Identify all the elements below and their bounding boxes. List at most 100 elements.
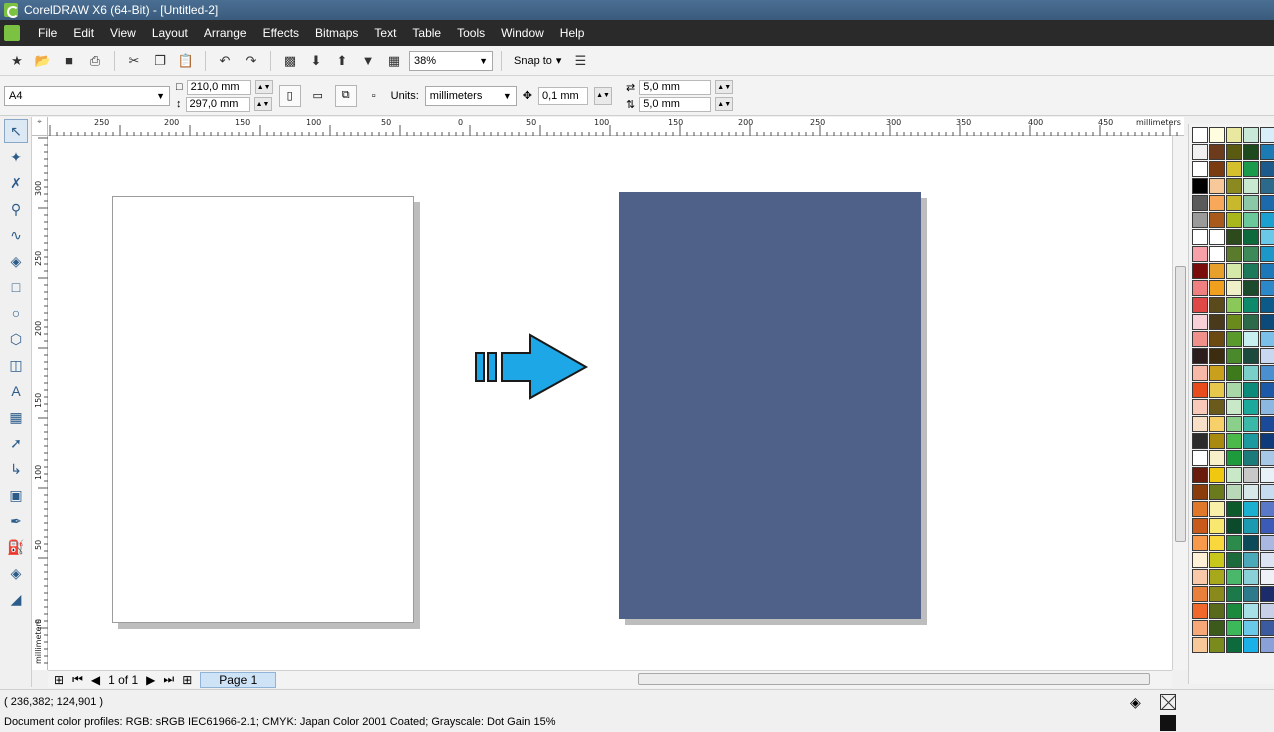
- color-swatch[interactable]: [1226, 518, 1242, 534]
- color-swatch[interactable]: [1260, 569, 1274, 585]
- color-swatch[interactable]: [1209, 246, 1225, 262]
- color-swatch[interactable]: [1226, 552, 1242, 568]
- color-swatch[interactable]: [1260, 433, 1274, 449]
- horizontal-ruler[interactable]: 250 200 150 100 50 0 50 100 150 200 250 …: [48, 117, 1184, 136]
- duplicate-y-spinner[interactable]: ▲▼: [715, 97, 734, 111]
- color-swatch[interactable]: [1243, 382, 1259, 398]
- color-swatch[interactable]: [1209, 569, 1225, 585]
- all-pages-button[interactable]: ⧉: [334, 84, 357, 107]
- undo-icon[interactable]: ↶: [214, 50, 236, 72]
- color-swatch[interactable]: [1260, 178, 1274, 194]
- color-swatch[interactable]: [1226, 586, 1242, 602]
- snap-to-button[interactable]: Snap to ▾: [510, 54, 565, 68]
- menu-arrange[interactable]: Arrange: [196, 20, 255, 46]
- color-swatch[interactable]: [1226, 433, 1242, 449]
- color-swatch[interactable]: [1209, 433, 1225, 449]
- color-swatch[interactable]: [1209, 518, 1225, 534]
- color-swatch[interactable]: [1209, 127, 1225, 143]
- color-swatch[interactable]: [1209, 297, 1225, 313]
- units-combo[interactable]: millimeters ▼: [424, 85, 517, 106]
- shape-tool-icon[interactable]: ✦: [4, 145, 28, 169]
- color-swatch[interactable]: [1243, 365, 1259, 381]
- add-page-after-icon[interactable]: ⊞: [182, 673, 192, 687]
- color-swatch[interactable]: [1226, 603, 1242, 619]
- color-swatch[interactable]: [1226, 620, 1242, 636]
- redo-icon[interactable]: ↷: [240, 50, 262, 72]
- color-swatch[interactable]: [1243, 161, 1259, 177]
- color-swatch[interactable]: [1192, 314, 1208, 330]
- open-icon[interactable]: 📂: [32, 50, 54, 72]
- color-swatch[interactable]: [1260, 399, 1274, 415]
- color-swatch[interactable]: [1226, 569, 1242, 585]
- color-swatch[interactable]: [1260, 314, 1274, 330]
- smart-fill-tool-icon[interactable]: ◈: [4, 249, 28, 273]
- color-swatch[interactable]: [1243, 586, 1259, 602]
- color-swatch[interactable]: [1192, 195, 1208, 211]
- color-swatch[interactable]: [1260, 280, 1274, 296]
- color-swatch[interactable]: [1192, 552, 1208, 568]
- color-swatch[interactable]: [1226, 535, 1242, 551]
- cut-icon[interactable]: ✂: [123, 50, 145, 72]
- color-swatch[interactable]: [1192, 331, 1208, 347]
- fill-indicator-icon[interactable]: ◈: [1130, 694, 1141, 711]
- duplicate-y-field[interactable]: 5,0 mm: [639, 96, 712, 112]
- menu-effects[interactable]: Effects: [255, 20, 307, 46]
- color-swatch[interactable]: [1243, 569, 1259, 585]
- menu-table[interactable]: Table: [404, 20, 449, 46]
- color-swatch[interactable]: [1226, 314, 1242, 330]
- color-swatch[interactable]: [1226, 280, 1242, 296]
- color-swatch[interactable]: [1243, 297, 1259, 313]
- color-swatch[interactable]: [1226, 416, 1242, 432]
- color-swatch[interactable]: [1243, 263, 1259, 279]
- color-swatch[interactable]: [1192, 246, 1208, 262]
- color-swatch[interactable]: [1243, 603, 1259, 619]
- color-swatch[interactable]: [1209, 263, 1225, 279]
- color-swatch[interactable]: [1209, 195, 1225, 211]
- color-swatch[interactable]: [1192, 569, 1208, 585]
- connector-tool-icon[interactable]: ↳: [4, 457, 28, 481]
- eyedropper-tool-icon[interactable]: ✒: [4, 509, 28, 533]
- color-swatch[interactable]: [1192, 297, 1208, 313]
- color-swatch[interactable]: [1260, 637, 1274, 653]
- color-swatch[interactable]: [1260, 212, 1274, 228]
- interactive-fill-tool-icon[interactable]: ◢: [4, 587, 28, 611]
- color-swatch[interactable]: [1192, 501, 1208, 517]
- color-swatch[interactable]: [1226, 365, 1242, 381]
- color-swatch[interactable]: [1209, 331, 1225, 347]
- color-swatch[interactable]: [1243, 246, 1259, 262]
- color-swatch[interactable]: [1243, 433, 1259, 449]
- color-swatch[interactable]: [1260, 450, 1274, 466]
- fill-tool-icon[interactable]: ◈: [4, 561, 28, 585]
- color-swatch[interactable]: [1209, 586, 1225, 602]
- duplicate-x-spinner[interactable]: ▲▼: [715, 80, 734, 94]
- crop-tool-icon[interactable]: ✗: [4, 171, 28, 195]
- color-swatch[interactable]: [1192, 484, 1208, 500]
- outline-color-swatch[interactable]: [1160, 715, 1176, 731]
- search-content-icon[interactable]: ▩: [279, 50, 301, 72]
- table-tool-icon[interactable]: ▦: [4, 405, 28, 429]
- color-swatch[interactable]: [1243, 450, 1259, 466]
- landscape-button[interactable]: ▭: [307, 85, 329, 107]
- color-swatch[interactable]: [1192, 416, 1208, 432]
- color-swatch[interactable]: [1209, 484, 1225, 500]
- rectangle-tool-icon[interactable]: □: [4, 275, 28, 299]
- color-swatch[interactable]: [1192, 382, 1208, 398]
- color-swatch[interactable]: [1192, 212, 1208, 228]
- previous-page-icon[interactable]: ◀: [91, 673, 100, 687]
- color-swatch[interactable]: [1226, 450, 1242, 466]
- color-swatch[interactable]: [1226, 501, 1242, 517]
- paste-icon[interactable]: 📋: [175, 50, 197, 72]
- nudge-distance-field[interactable]: 0,1 mm: [538, 86, 588, 105]
- color-swatch[interactable]: [1209, 399, 1225, 415]
- page-tab[interactable]: Page 1: [200, 671, 277, 688]
- copy-icon[interactable]: ❐: [149, 50, 171, 72]
- color-swatch[interactable]: [1260, 144, 1274, 160]
- basic-shapes-tool-icon[interactable]: ◫: [4, 353, 28, 377]
- color-swatch[interactable]: [1209, 450, 1225, 466]
- dimension-tool-icon[interactable]: ➚: [4, 431, 28, 455]
- app-menu-icon[interactable]: [4, 25, 20, 41]
- menu-text[interactable]: Text: [366, 20, 404, 46]
- color-swatch[interactable]: [1226, 263, 1242, 279]
- color-swatch[interactable]: [1209, 620, 1225, 636]
- color-swatch[interactable]: [1260, 263, 1274, 279]
